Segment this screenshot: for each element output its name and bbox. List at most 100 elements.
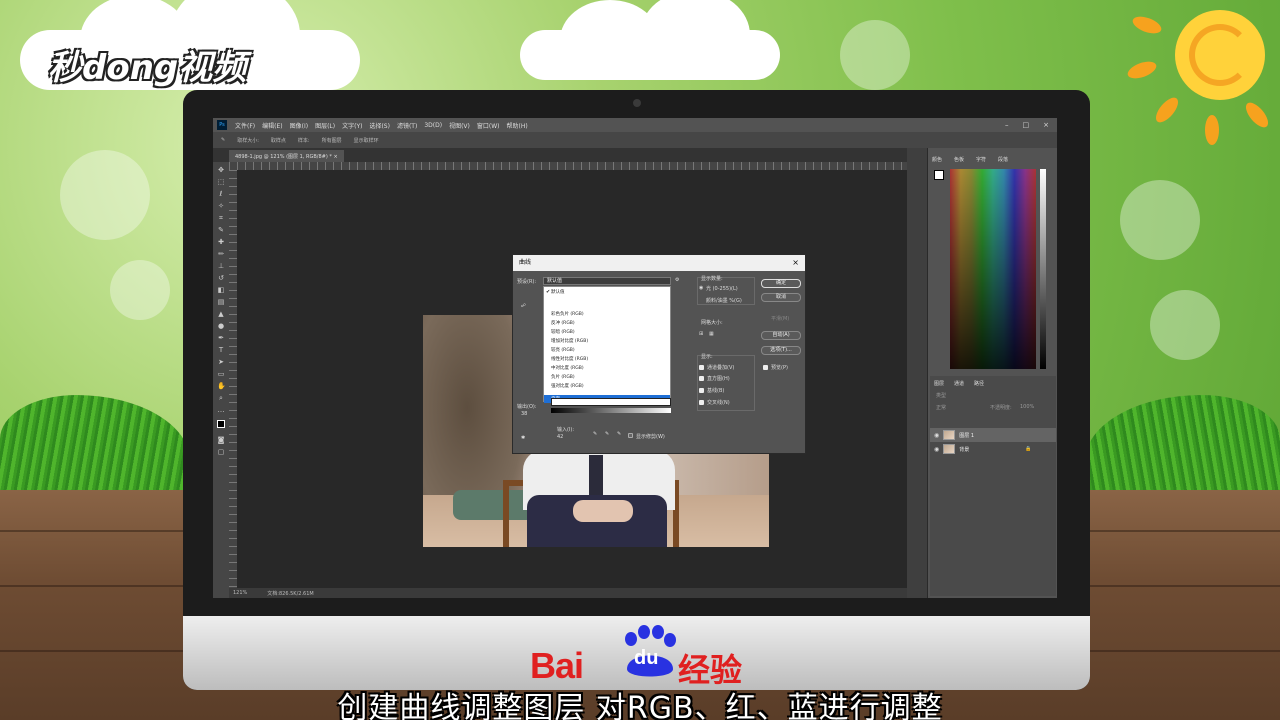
ok-button[interactable]: 确定 [761,279,801,288]
blend-mode-select[interactable]: 正常 [936,404,946,411]
hand-tool-icon[interactable]: ✋ [217,382,226,390]
auto-button[interactable]: 自动(A) [761,331,801,340]
minimize-button[interactable]: – [1005,118,1009,132]
canvas-area[interactable]: 曲线 × 预设(R): 默认值 ⚙ ✔ 默认值 彩色负片 (RGB) 反冲 (R… [237,170,907,588]
marquee-tool-icon[interactable]: ⬚ [217,178,225,186]
menu-view[interactable]: 视图(V) [449,121,470,130]
curve-adjust-icon[interactable]: ✱ [521,435,525,441]
opacity-value[interactable]: 100% [1020,404,1034,410]
curve-graph[interactable] [551,398,671,406]
preset-option[interactable]: 较暗 (RGB) [551,329,575,335]
gray-eyedropper-icon[interactable]: ✎ [605,431,609,437]
preset-option[interactable]: 较亮 (RGB) [551,347,575,353]
show-ring-checkbox[interactable]: 显示取样环 [354,137,379,144]
menu-edit[interactable]: 编辑(E) [262,121,282,130]
baidu-du-text: du [634,647,659,669]
tab-layers[interactable]: 图层 [934,380,944,387]
visibility-eye-icon[interactable]: ◉ [934,432,939,439]
tab-paragraph[interactable]: 段落 [998,156,1008,163]
dialog-close-icon[interactable]: × [792,255,799,271]
options-button[interactable]: 选项(T)... [761,346,801,355]
magic-wand-tool-icon[interactable]: ✧ [217,202,225,210]
preset-option[interactable]: 反冲 (RGB) [551,320,575,326]
tab-color[interactable]: 颜色 [932,156,942,163]
blur-tool-icon[interactable]: ▲ [217,310,225,318]
eyedropper-icon[interactable]: ✎ [221,137,225,143]
menu-layer[interactable]: 图层(L) [315,121,335,130]
pen-tool-icon[interactable]: ✒ [217,334,225,342]
tab-character[interactable]: 字符 [976,156,986,163]
quick-mask-icon[interactable]: ◙ [217,436,225,444]
document-tab[interactable]: 4898-1.jpg @ 121% (图层 1, RGB/8#) * × [229,150,344,162]
tab-swatches[interactable]: 色板 [954,156,964,163]
tab-channels[interactable]: 通道 [954,380,964,387]
preset-option[interactable]: 中对比度 (RGB) [551,365,584,371]
close-button[interactable]: × [1043,118,1049,132]
menu-image[interactable]: 图像(I) [290,121,308,130]
healing-tool-icon[interactable]: ✚ [217,238,225,246]
visibility-eye-icon[interactable]: ◉ [934,446,939,453]
intersection-checkbox[interactable] [699,400,704,405]
baseline-checkbox[interactable] [699,388,704,393]
brush-tool-icon[interactable]: ✏ [217,250,225,258]
menu-3d[interactable]: 3D(D) [424,122,442,129]
foreground-color-swatch[interactable] [217,420,225,428]
menu-filter[interactable]: 滤镜(T) [397,121,417,130]
preset-option[interactable]: 负片 (RGB) [551,374,575,380]
menu-help[interactable]: 帮助(H) [507,121,528,130]
preview-checkbox[interactable] [763,365,768,370]
menu-window[interactable]: 窗口(W) [477,121,500,130]
preset-option[interactable]: 彩色负片 (RGB) [551,311,584,317]
preset-select[interactable]: 默认值 [543,277,671,285]
black-eyedropper-icon[interactable]: ✎ [593,431,597,437]
lasso-tool-icon[interactable]: ℓ [217,190,225,198]
more-tools-icon[interactable]: … [217,406,225,414]
gradient-tool-icon[interactable]: ▤ [217,298,225,306]
layer-kind-filter[interactable]: 类型 [936,392,946,399]
menu-file[interactable]: 文件(F) [235,121,255,130]
preset-option[interactable]: 默认值 [551,289,565,295]
layer-row[interactable]: ◉ 图层 1 [930,428,1056,442]
eyedropper-tool-icon[interactable]: ✎ [217,226,225,234]
preset-gear-icon[interactable]: ⚙ [675,277,679,283]
eraser-tool-icon[interactable]: ◧ [217,286,225,294]
screen-mode-icon[interactable]: ▢ [217,448,225,456]
light-radio[interactable]: ◉ [699,285,703,291]
color-swatch-icon[interactable] [934,170,944,180]
input-value[interactable]: 42 [557,434,563,440]
shape-tool-icon[interactable]: ▭ [217,370,225,378]
path-select-icon[interactable]: ➤ [217,358,225,366]
show-clipping-checkbox[interactable] [628,433,633,438]
sample-select[interactable]: 所有图层 [322,137,342,144]
color-picker-field[interactable] [950,169,1036,369]
history-brush-icon[interactable]: ↺ [217,274,225,282]
channel-overlay-checkbox[interactable] [699,365,704,370]
channel-icon[interactable]: ☍ [521,303,526,309]
menu-select[interactable]: 选择(S) [369,121,390,130]
pigment-option-label[interactable]: 颜料/油墨 %(G) [706,297,742,304]
menu-type[interactable]: 文字(Y) [342,121,362,130]
output-value[interactable]: 38 [521,411,527,417]
preset-option[interactable]: 强对比度 (RGB) [551,383,584,389]
grid-detailed-icon[interactable]: ▦ [709,331,714,337]
tab-paths[interactable]: 路径 [974,380,984,387]
smooth-button[interactable]: 平滑(M) [771,315,789,322]
preset-option[interactable]: 线性对比度 (RGB) [551,356,588,362]
histogram-checkbox[interactable] [699,376,704,381]
layer-row[interactable]: ◉ 背景 🔒 [930,442,1056,456]
dodge-tool-icon[interactable]: ● [217,322,225,330]
color-slider[interactable] [1040,169,1046,369]
sample-size-select[interactable]: 取样点 [271,137,286,144]
crop-tool-icon[interactable]: ⌗ [217,214,225,222]
type-tool-icon[interactable]: T [217,346,225,354]
maximize-button[interactable]: □ [1023,118,1030,132]
grid-simple-icon[interactable]: ⊞ [699,331,703,337]
move-tool-icon[interactable]: ✥ [217,166,225,174]
white-eyedropper-icon[interactable]: ✎ [617,431,621,437]
cancel-button[interactable]: 取消 [761,293,801,302]
preset-option[interactable]: 增加对比度 (RGB) [551,338,588,344]
sun-ray [1130,13,1164,37]
zoom-tool-icon[interactable]: ⌕ [217,394,225,402]
zoom-level[interactable]: 121% [233,590,247,596]
stamp-tool-icon[interactable]: ⊥ [217,262,225,270]
